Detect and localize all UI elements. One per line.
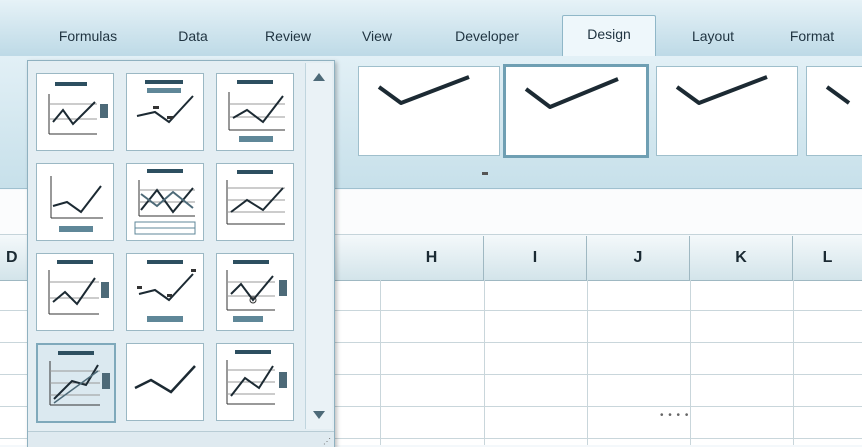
split-handle[interactable]: • • • • bbox=[660, 410, 689, 421]
column-gridline bbox=[793, 280, 794, 445]
tab-format[interactable]: Format bbox=[772, 22, 852, 50]
chart-style-thumb[interactable] bbox=[358, 66, 500, 156]
chart-layout-3[interactable] bbox=[216, 73, 294, 151]
chart-layout-7[interactable] bbox=[36, 253, 114, 331]
tab-layout[interactable]: Layout bbox=[668, 22, 758, 50]
triangle-down-icon[interactable] bbox=[313, 411, 325, 419]
triangle-up-icon[interactable] bbox=[313, 73, 325, 81]
chart-layout-8[interactable] bbox=[126, 253, 204, 331]
tab-developer[interactable]: Developer bbox=[432, 22, 542, 50]
chart-layout-6[interactable] bbox=[216, 163, 294, 241]
chart-layout-12[interactable] bbox=[216, 343, 294, 421]
column-gridline bbox=[587, 280, 588, 445]
tab-review[interactable]: Review bbox=[248, 22, 328, 50]
column-header-j[interactable]: J bbox=[587, 236, 690, 281]
gallery-scrollbar[interactable] bbox=[305, 63, 332, 429]
column-header-h[interactable]: H bbox=[380, 236, 484, 281]
chart-layout-2[interactable] bbox=[126, 73, 204, 151]
chart-style-thumb[interactable] bbox=[806, 66, 862, 156]
dialog-launcher-icon[interactable] bbox=[482, 172, 488, 175]
tab-data[interactable]: Data bbox=[158, 22, 228, 50]
column-header-i[interactable]: I bbox=[484, 236, 587, 281]
column-gridline bbox=[690, 280, 691, 445]
chart-style-thumb-selected[interactable] bbox=[503, 64, 649, 158]
tab-formulas[interactable]: Formulas bbox=[38, 22, 138, 50]
chart-layout-4[interactable] bbox=[36, 163, 114, 241]
chart-style-thumb[interactable] bbox=[656, 66, 798, 156]
column-header-k[interactable]: K bbox=[690, 236, 793, 281]
column-gridline bbox=[484, 280, 485, 445]
chart-layout-10[interactable] bbox=[36, 343, 116, 423]
chart-layout-1[interactable] bbox=[36, 73, 114, 151]
chart-layouts-gallery: ⋰ bbox=[27, 60, 335, 447]
tab-design[interactable]: Design bbox=[562, 15, 656, 56]
chart-layout-9[interactable] bbox=[216, 253, 294, 331]
column-gridline bbox=[380, 280, 381, 445]
chart-layout-11[interactable] bbox=[126, 343, 204, 421]
tab-view[interactable]: View bbox=[342, 22, 412, 50]
column-header-l[interactable]: L bbox=[793, 236, 862, 281]
chart-layout-5[interactable] bbox=[126, 163, 204, 241]
ribbon-tab-bar: Formulas Data Review View Developer Desi… bbox=[0, 0, 862, 58]
chart-styles-gallery bbox=[348, 64, 862, 160]
